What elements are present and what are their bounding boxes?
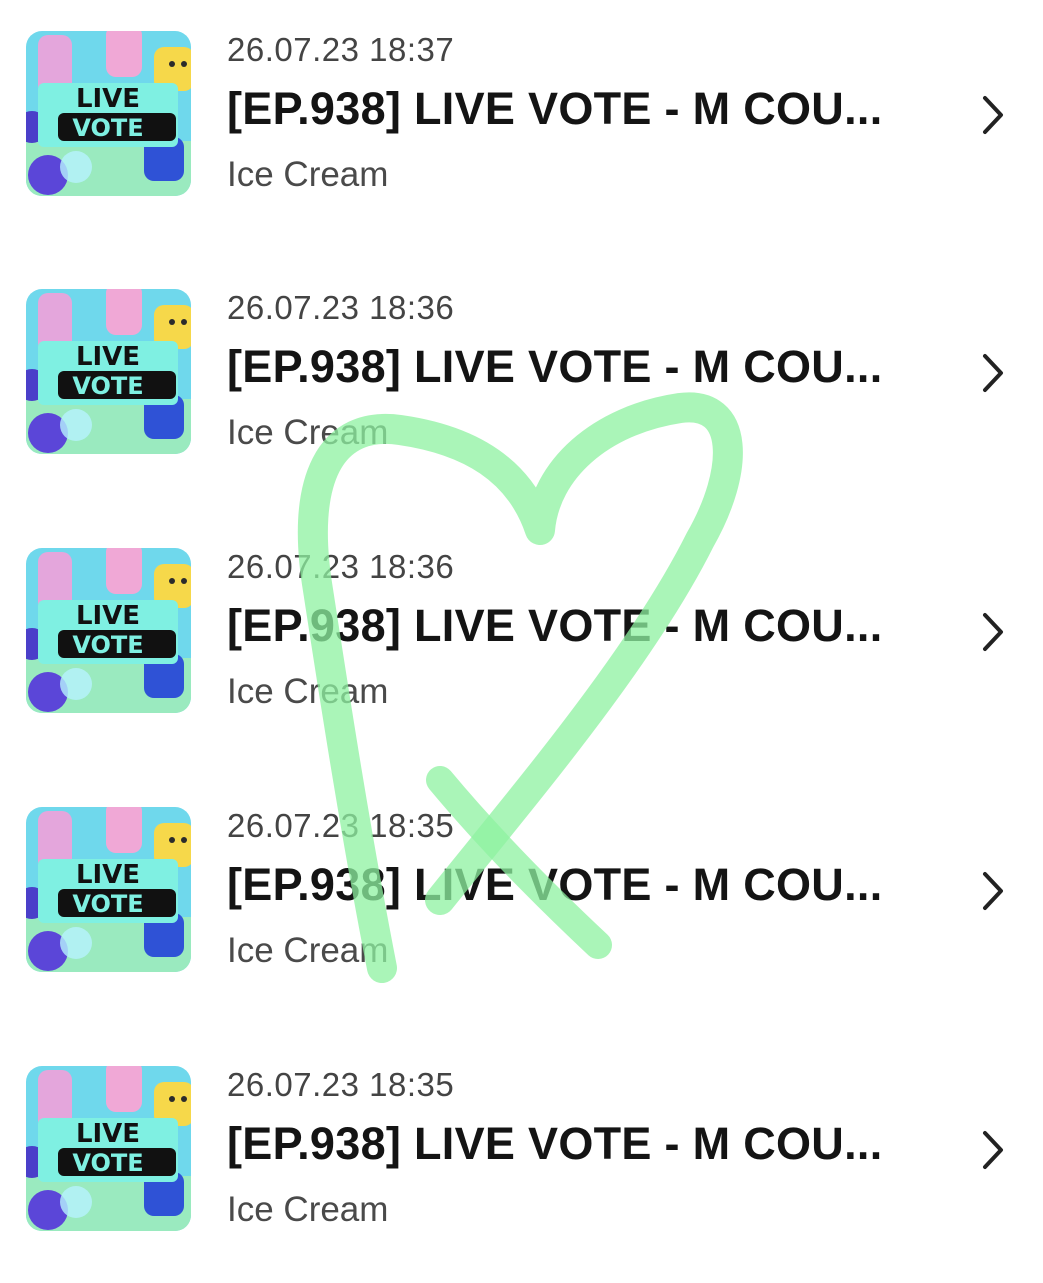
live-vote-thumbnail: LIVE VOTE — [26, 548, 191, 713]
timestamp: 26.07.23 18:35 — [227, 1066, 455, 1103]
timestamp: 26.07.23 18:36 — [227, 289, 455, 326]
list-item[interactable]: LIVE VOTE 26.07.23 18:35 [EP.938] LIVE V… — [0, 807, 1043, 982]
thumb-text-live: LIVE — [76, 84, 140, 114]
item-subtitle: Ice Cream — [227, 672, 389, 711]
item-subtitle: Ice Cream — [227, 413, 389, 452]
thumb-text-live: LIVE — [76, 342, 140, 372]
live-vote-thumbnail: LIVE VOTE — [26, 807, 191, 972]
item-subtitle: Ice Cream — [227, 931, 389, 970]
thumb-text-live: LIVE — [76, 601, 140, 631]
thumb-text-vote: VOTE — [72, 372, 143, 400]
live-vote-thumbnail: LIVE VOTE — [26, 1066, 191, 1231]
thumb-text-vote: VOTE — [72, 631, 143, 659]
timestamp: 26.07.23 18:36 — [227, 548, 455, 585]
thumb-text-vote: VOTE — [72, 1149, 143, 1177]
chevron-right-icon[interactable] — [978, 93, 1008, 137]
chevron-right-icon[interactable] — [978, 869, 1008, 913]
item-subtitle: Ice Cream — [227, 1190, 389, 1229]
thumb-text-live: LIVE — [76, 860, 140, 890]
timestamp: 26.07.23 18:35 — [227, 807, 455, 844]
chevron-right-icon[interactable] — [978, 351, 1008, 395]
item-title: [EP.938] LIVE VOTE - M COU... — [227, 341, 883, 392]
list-item[interactable]: LIVE VOTE 26.07.23 18:36 [EP.938] LIVE V… — [0, 289, 1043, 464]
item-title: [EP.938] LIVE VOTE - M COU... — [227, 83, 883, 134]
item-subtitle: Ice Cream — [227, 155, 389, 194]
thumb-text-live: LIVE — [76, 1119, 140, 1149]
timestamp: 26.07.23 18:37 — [227, 31, 455, 68]
chevron-right-icon[interactable] — [978, 610, 1008, 654]
thumb-text-vote: VOTE — [72, 890, 143, 918]
thumb-text-vote: VOTE — [72, 114, 143, 142]
live-vote-thumbnail: LIVE VOTE — [26, 31, 191, 196]
list-item[interactable]: LIVE VOTE 26.07.23 18:35 [EP.938] LIVE V… — [0, 1066, 1043, 1241]
list-item[interactable]: LIVE VOTE 26.07.23 18:36 [EP.938] LIVE V… — [0, 548, 1043, 723]
item-title: [EP.938] LIVE VOTE - M COU... — [227, 600, 883, 651]
list-item[interactable]: LIVE VOTE 26.07.23 18:37 [EP.938] LIVE V… — [0, 31, 1043, 206]
chevron-right-icon[interactable] — [978, 1128, 1008, 1172]
item-title: [EP.938] LIVE VOTE - M COU... — [227, 859, 883, 910]
live-vote-thumbnail: LIVE VOTE — [26, 289, 191, 454]
item-title: [EP.938] LIVE VOTE - M COU... — [227, 1118, 883, 1169]
